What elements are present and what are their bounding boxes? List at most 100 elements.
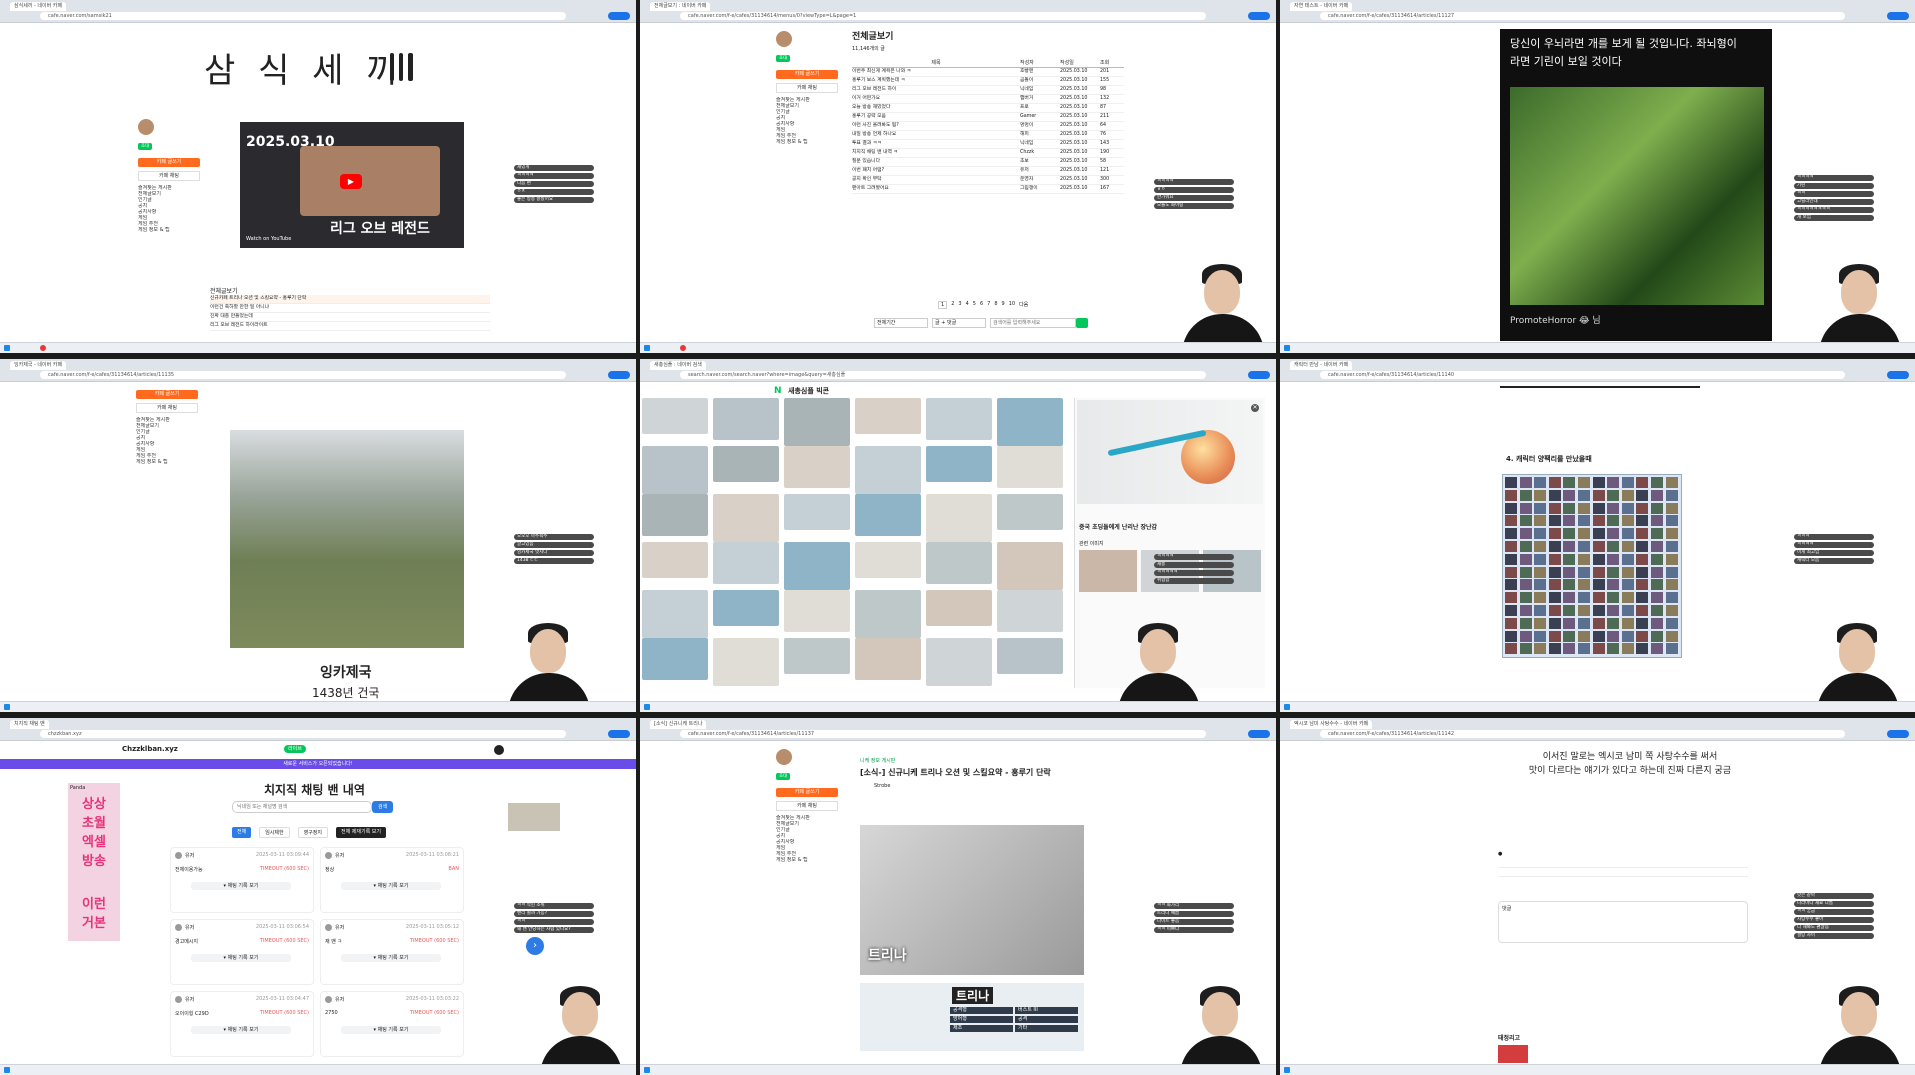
image-result-thumb[interactable]: [926, 542, 992, 584]
address-bar[interactable]: cafe.naver.com/f-e/cafes/31134614/articl…: [680, 730, 1206, 738]
table-cell[interactable]: 홍루기 공략 모음: [852, 113, 1020, 121]
list-item[interactable]: 신규카페 트리나 오션 및 스킬요약 - 홍루기 단락: [210, 295, 490, 304]
table-row[interactable]: 홍루기 보스 계획했는데 ㅋ 곰돌이 2025.03.10 155: [852, 77, 1124, 86]
image-result-thumb[interactable]: [713, 494, 779, 542]
profile-button[interactable]: [1887, 730, 1909, 738]
table-cell[interactable]: 공지 확인 부탁: [852, 176, 1020, 184]
side-thumb[interactable]: [508, 803, 560, 831]
next-arrow-icon[interactable]: ›: [526, 937, 544, 955]
post-category[interactable]: 니케 정보 게시판: [860, 757, 895, 764]
page-link[interactable]: 2: [951, 301, 954, 309]
table-cell[interactable]: 투표 결과 ㅋㅋ: [852, 140, 1020, 148]
page-link[interactable]: 3: [958, 301, 961, 309]
table-cell[interactable]: 리그 오브 레전드 하이: [852, 86, 1020, 94]
image-result-thumb[interactable]: [997, 542, 1063, 590]
image-result-thumb[interactable]: [784, 446, 850, 488]
image-result-thumb[interactable]: [642, 446, 708, 494]
table-cell[interactable]: 팬아트 그려봤어요: [852, 185, 1020, 193]
table-cell[interactable]: 이거 어떤가요: [852, 95, 1020, 103]
profile-button[interactable]: [1887, 371, 1909, 379]
comment-author[interactable]: ●: [1498, 851, 1748, 859]
search-type[interactable]: 글 + 댓글: [932, 318, 986, 328]
browser-tab[interactable]: 캐릭터 만남 - 네이버 카페: [1290, 361, 1353, 370]
table-row[interactable]: 팬아트 그려봤어요 그림쟁이 2025.03.10 167: [852, 185, 1124, 194]
image-result-thumb[interactable]: [997, 494, 1063, 530]
profile-avatar[interactable]: [776, 749, 792, 765]
sidebar-item[interactable]: 게임 정보 & 팁: [776, 139, 838, 145]
table-row[interactable]: 치지직 채팅 밴 내역 ㅋ Chzzk 2025.03.10 190: [852, 149, 1124, 158]
view-chat-button[interactable]: ▾ 채팅 기록 보기: [341, 882, 441, 890]
related-thumb[interactable]: [1498, 1045, 1528, 1063]
image-result-thumb[interactable]: [642, 494, 708, 536]
browser-tab[interactable]: 엑시코 남미 사탕수수 - 네이버 카페: [1290, 720, 1373, 729]
table-cell[interactable]: 홍루기 보스 계획했는데 ㅋ: [852, 77, 1020, 85]
preview-image[interactable]: ✕: [1077, 400, 1263, 504]
nikke-stat-card[interactable]: 트리나 공격형 버스트 III 방어형 공격 제조 기타: [860, 983, 1084, 1051]
preview-caption[interactable]: 중국 초딩들에게 난리난 장난감: [1079, 522, 1157, 531]
address-bar[interactable]: cafe.naver.com/f-e/cafes/31134614/articl…: [40, 371, 566, 379]
start-icon[interactable]: [1284, 1067, 1290, 1073]
filter-all[interactable]: 전체: [232, 827, 252, 838]
start-icon[interactable]: [1284, 345, 1290, 351]
browser-tab[interactable]: 잉카제국 - 네이버 카페: [10, 361, 66, 370]
image-result-thumb[interactable]: [997, 398, 1063, 446]
table-row[interactable]: 공지 확인 부탁 운영자 2025.03.10 300: [852, 176, 1124, 185]
browser-tab[interactable]: 삼식세끼 - 네이버 카페: [10, 2, 66, 11]
image-result-thumb[interactable]: [784, 590, 850, 632]
browser-icon[interactable]: [680, 345, 686, 351]
write-button[interactable]: 카페 글쓰기: [138, 158, 200, 167]
list-item[interactable]: 진짜 대충 만들었는데: [210, 313, 490, 322]
image-result-thumb[interactable]: [997, 638, 1063, 674]
filter-timeout[interactable]: 임시제한: [259, 827, 290, 838]
page-link[interactable]: 10: [1009, 301, 1015, 309]
image-result-thumb[interactable]: [642, 542, 708, 578]
filter-all-records[interactable]: 전체 제재기록 보기: [336, 827, 386, 838]
search-button[interactable]: 검색: [372, 801, 394, 813]
table-cell[interactable]: 질문 있습니다: [852, 158, 1020, 166]
profile-button[interactable]: [1887, 12, 1909, 20]
browser-tab[interactable]: 전체글보기 : 네이버 카페: [650, 2, 711, 11]
image-result-thumb[interactable]: [926, 398, 992, 440]
table-cell[interactable]: 치지직 채팅 밴 내역 ㅋ: [852, 149, 1020, 157]
profile-button[interactable]: [608, 371, 630, 379]
browser-tab[interactable]: 새총심플 : 네이버 검색: [650, 361, 706, 370]
image-result-thumb[interactable]: [997, 446, 1063, 488]
search-query[interactable]: 새총심플 빅콘: [788, 386, 829, 396]
view-chat-button[interactable]: ▾ 채팅 기록 보기: [341, 1026, 441, 1034]
page-link[interactable]: 4: [966, 301, 969, 309]
table-row[interactable]: 이번 패치 어떰? 유저 2025.03.10 121: [852, 167, 1124, 176]
post-author[interactable]: Strobe: [874, 783, 890, 789]
page-link[interactable]: 9: [1002, 301, 1005, 309]
image-result-thumb[interactable]: [713, 638, 779, 686]
start-icon[interactable]: [644, 704, 650, 710]
embedded-video[interactable]: 2025.03.10 ▶ 리그 오브 레전드 Watch on YouTube: [240, 122, 464, 248]
search-input[interactable]: [990, 318, 1076, 328]
image-result-thumb[interactable]: [855, 446, 921, 494]
image-result-thumb[interactable]: [713, 398, 779, 440]
list-item[interactable]: 리그 오브 레전드 하이라이트: [210, 322, 490, 331]
close-icon[interactable]: ✕: [1251, 404, 1259, 412]
table-row[interactable]: 투표 결과 ㅋㅋ 닉네임 2025.03.10 143: [852, 140, 1124, 149]
image-result-thumb[interactable]: [642, 398, 708, 434]
view-chat-button[interactable]: ▾ 채팅 기록 보기: [191, 954, 291, 962]
sidebar-item[interactable]: 게임 정보 & 팁: [136, 459, 198, 465]
profile-button[interactable]: [608, 12, 630, 20]
image-result-thumb[interactable]: [855, 398, 921, 434]
play-icon[interactable]: ▶: [340, 174, 362, 189]
live-badge[interactable]: 라이브: [284, 745, 306, 753]
sidebar-item[interactable]: 게임 정보 & 팁: [138, 227, 200, 233]
table-row[interactable]: 이번주 최신게 계획은 나와 ㅋ 호빵맨 2025.03.10 201: [852, 68, 1124, 77]
invite-button[interactable]: 초대: [776, 773, 791, 780]
image-result-thumb[interactable]: [926, 638, 992, 686]
profile-button[interactable]: [608, 730, 630, 738]
start-icon[interactable]: [644, 345, 650, 351]
address-bar[interactable]: cafe.naver.com/f-e/cafes/31134614/articl…: [1320, 730, 1845, 738]
table-row[interactable]: 홍루기 공략 모음 Gamer 2025.03.10 211: [852, 113, 1124, 122]
profile-button[interactable]: [1248, 12, 1270, 20]
page-link[interactable]: 다음: [1019, 301, 1028, 309]
nikke-image[interactable]: 트리나: [860, 825, 1084, 975]
start-icon[interactable]: [1284, 704, 1290, 710]
comment-input-box[interactable]: 댓글: [1498, 901, 1748, 943]
image-result-thumb[interactable]: [784, 638, 850, 674]
image-result-thumb[interactable]: [784, 542, 850, 590]
